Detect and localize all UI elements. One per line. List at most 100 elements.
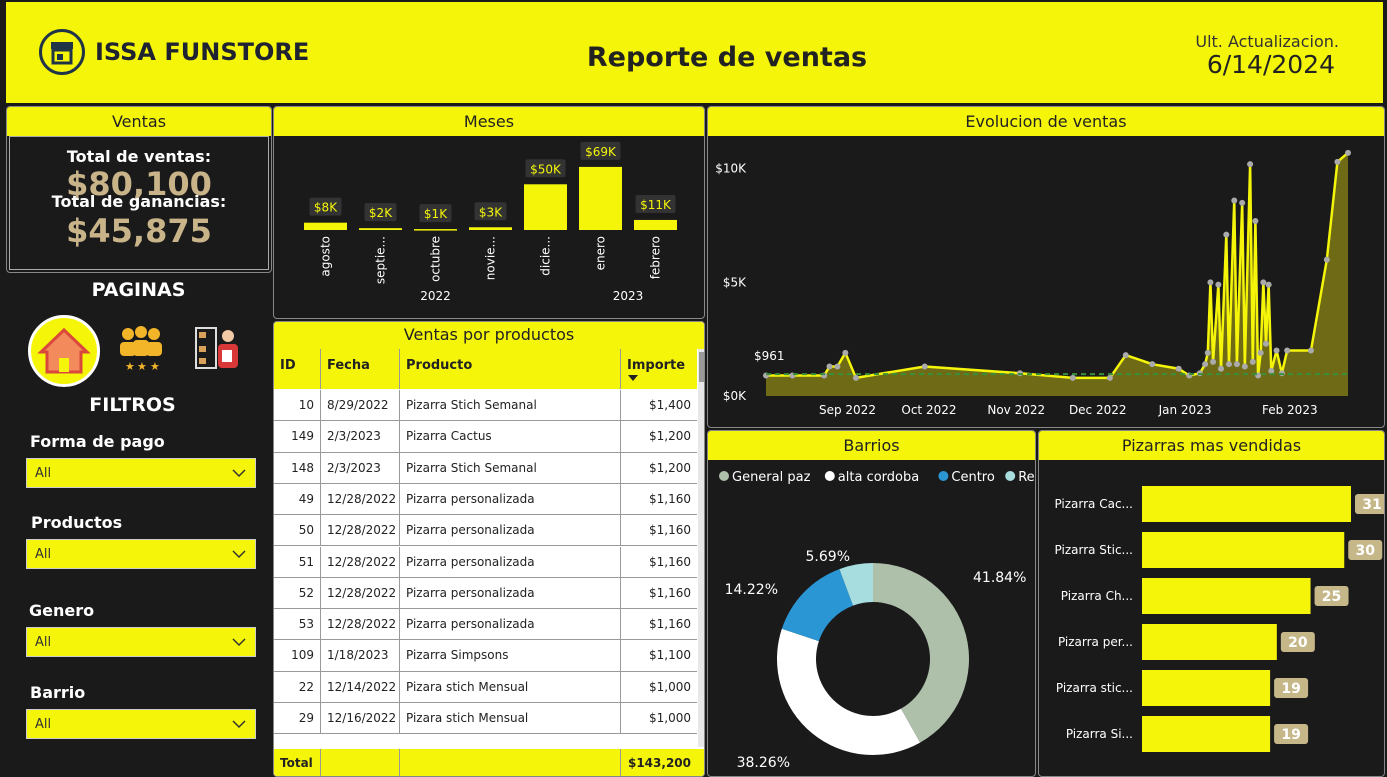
table-row[interactable]: 50 12/28/2022 Pizarra personalizada $1,160 bbox=[274, 515, 697, 547]
data-point[interactable] bbox=[1215, 281, 1222, 288]
y-tick: $0K bbox=[723, 389, 747, 403]
table-cell: 53 bbox=[274, 609, 321, 641]
table-row[interactable]: 149 2/3/2023 Pizarra Cactus $1,200 bbox=[274, 421, 697, 453]
table-row[interactable]: 109 1/18/2023 Pizarra Simpsons $1,100 bbox=[274, 640, 697, 672]
legend-label[interactable]: Retiró bbox=[1018, 470, 1035, 485]
data-point[interactable] bbox=[1207, 279, 1214, 286]
column-header-fecha[interactable]: Fecha bbox=[321, 349, 400, 389]
data-point[interactable] bbox=[826, 363, 833, 370]
data-point[interactable] bbox=[1252, 218, 1259, 224]
table-row[interactable]: 53 12/28/2022 Pizarra personalizada $1,160 bbox=[274, 609, 697, 641]
x-tick: Sep 2022 bbox=[819, 403, 876, 417]
team-rating-icon[interactable]: ★ ★ ★ bbox=[114, 324, 168, 373]
data-point[interactable] bbox=[1175, 365, 1182, 372]
total-empty bbox=[400, 749, 621, 776]
bar[interactable] bbox=[1142, 670, 1271, 706]
table-row[interactable]: 49 12/28/2022 Pizarra personalizada $1,160 bbox=[274, 483, 697, 516]
table-row[interactable]: 22 12/14/2022 Pizara stich Mensual $1,000 bbox=[274, 671, 697, 703]
table-cell: Pizarra Simpsons bbox=[400, 640, 621, 672]
data-point[interactable] bbox=[1223, 231, 1230, 238]
warehouse-worker-icon[interactable] bbox=[192, 324, 246, 372]
ventas-title: Ventas bbox=[7, 107, 271, 136]
data-point[interactable] bbox=[1262, 340, 1269, 347]
data-point[interactable] bbox=[1323, 256, 1330, 263]
data-label: $3K bbox=[479, 205, 503, 219]
filter-select-productos[interactable]: All bbox=[26, 539, 256, 569]
data-point[interactable] bbox=[1284, 347, 1291, 354]
data-point[interactable] bbox=[1307, 347, 1314, 354]
table-cell: 2/3/2023 bbox=[321, 452, 400, 484]
home-icon[interactable] bbox=[28, 315, 100, 387]
bar[interactable] bbox=[414, 229, 457, 231]
data-point[interactable] bbox=[1122, 352, 1129, 359]
bar[interactable] bbox=[1142, 624, 1277, 660]
x-tick: Feb 2023 bbox=[1262, 403, 1318, 417]
table-cell: Pizarra Stich Semanal bbox=[400, 452, 621, 484]
table-row[interactable]: 10 8/29/2022 Pizarra Stich Semanal $1,400 bbox=[274, 390, 697, 422]
data-point[interactable] bbox=[1233, 361, 1240, 368]
bar[interactable] bbox=[469, 227, 512, 230]
column-header-producto[interactable]: Producto bbox=[400, 349, 621, 389]
bar[interactable] bbox=[1142, 716, 1271, 752]
filter-select-genero[interactable]: All bbox=[26, 627, 256, 657]
data-point[interactable] bbox=[1273, 347, 1280, 354]
bar[interactable] bbox=[634, 219, 677, 230]
update-date: 6/14/2024 bbox=[1206, 50, 1335, 79]
data-point[interactable] bbox=[1231, 197, 1238, 204]
data-point[interactable] bbox=[852, 374, 859, 381]
column-header-importe[interactable]: Importe bbox=[621, 349, 697, 389]
x-tick: Jan 2023 bbox=[1158, 403, 1212, 417]
data-point[interactable] bbox=[1225, 361, 1232, 368]
table-cell: $1,160 bbox=[649, 585, 691, 600]
data-point[interactable] bbox=[1345, 149, 1351, 156]
barrios-chart-card: Barrios General paz alta cordoba Centro Ret… bbox=[707, 430, 1036, 777]
table-row[interactable]: 29 12/16/2022 Pizara stich Mensual $1,000 bbox=[274, 703, 697, 735]
table-row[interactable]: 51 12/28/2022 Pizarra personalizada $1,160 bbox=[274, 546, 697, 578]
bar[interactable] bbox=[524, 184, 567, 230]
data-point[interactable] bbox=[1218, 365, 1225, 372]
table-scroll-thumb[interactable] bbox=[699, 352, 704, 382]
legend-label[interactable]: alta cordoba bbox=[838, 470, 919, 485]
legend-label[interactable]: Centro bbox=[951, 470, 994, 485]
donut-slice[interactable] bbox=[781, 569, 854, 642]
table-cell: 50 bbox=[274, 515, 321, 547]
data-point[interactable] bbox=[1241, 363, 1248, 370]
filter-select-forma-de-pago[interactable]: All bbox=[26, 458, 256, 488]
category-label: Pizarra stic... bbox=[1056, 681, 1133, 695]
data-point[interactable] bbox=[842, 349, 849, 356]
data-point[interactable] bbox=[1260, 279, 1267, 286]
table-cell: $1,400 bbox=[649, 398, 691, 412]
bar[interactable] bbox=[359, 228, 402, 230]
data-point[interactable] bbox=[1239, 199, 1246, 206]
data-point[interactable] bbox=[1210, 358, 1217, 365]
data-point[interactable] bbox=[1334, 158, 1341, 165]
data-point[interactable] bbox=[1257, 349, 1264, 356]
legend-label[interactable]: General paz bbox=[732, 470, 811, 485]
data-point[interactable] bbox=[1069, 374, 1076, 381]
table-scrollbar[interactable] bbox=[698, 349, 704, 747]
table-row[interactable]: 148 2/3/2023 Pizarra Stich Semanal $1,200 bbox=[274, 452, 697, 484]
data-point[interactable] bbox=[834, 363, 841, 370]
data-point[interactable] bbox=[1265, 281, 1272, 288]
bar[interactable] bbox=[304, 222, 347, 230]
data-point[interactable] bbox=[1149, 361, 1156, 368]
table-cell: Pizarra personalizada bbox=[400, 609, 621, 641]
table-row[interactable]: 52 12/28/2022 Pizarra personalizada $1,160 bbox=[274, 577, 697, 610]
filter-label-productos: Productos bbox=[31, 513, 123, 532]
data-point[interactable] bbox=[1268, 368, 1275, 374]
filter-select-barrio[interactable]: All bbox=[26, 709, 256, 739]
data-point[interactable] bbox=[1202, 361, 1209, 368]
barrios-title: Barrios bbox=[708, 431, 1035, 460]
bar[interactable] bbox=[1142, 532, 1345, 568]
column-header-id[interactable]: ID bbox=[274, 349, 321, 389]
data-point[interactable] bbox=[921, 363, 928, 370]
data-point[interactable] bbox=[1204, 349, 1211, 356]
data-point[interactable] bbox=[1247, 161, 1254, 168]
bar[interactable] bbox=[1142, 578, 1311, 614]
page-title: Reporte de ventas bbox=[586, 42, 868, 73]
donut-slice[interactable] bbox=[777, 628, 921, 755]
data-point[interactable] bbox=[1106, 374, 1113, 381]
data-point[interactable] bbox=[1249, 358, 1256, 365]
bar[interactable] bbox=[1142, 486, 1351, 522]
bar[interactable] bbox=[579, 166, 622, 230]
